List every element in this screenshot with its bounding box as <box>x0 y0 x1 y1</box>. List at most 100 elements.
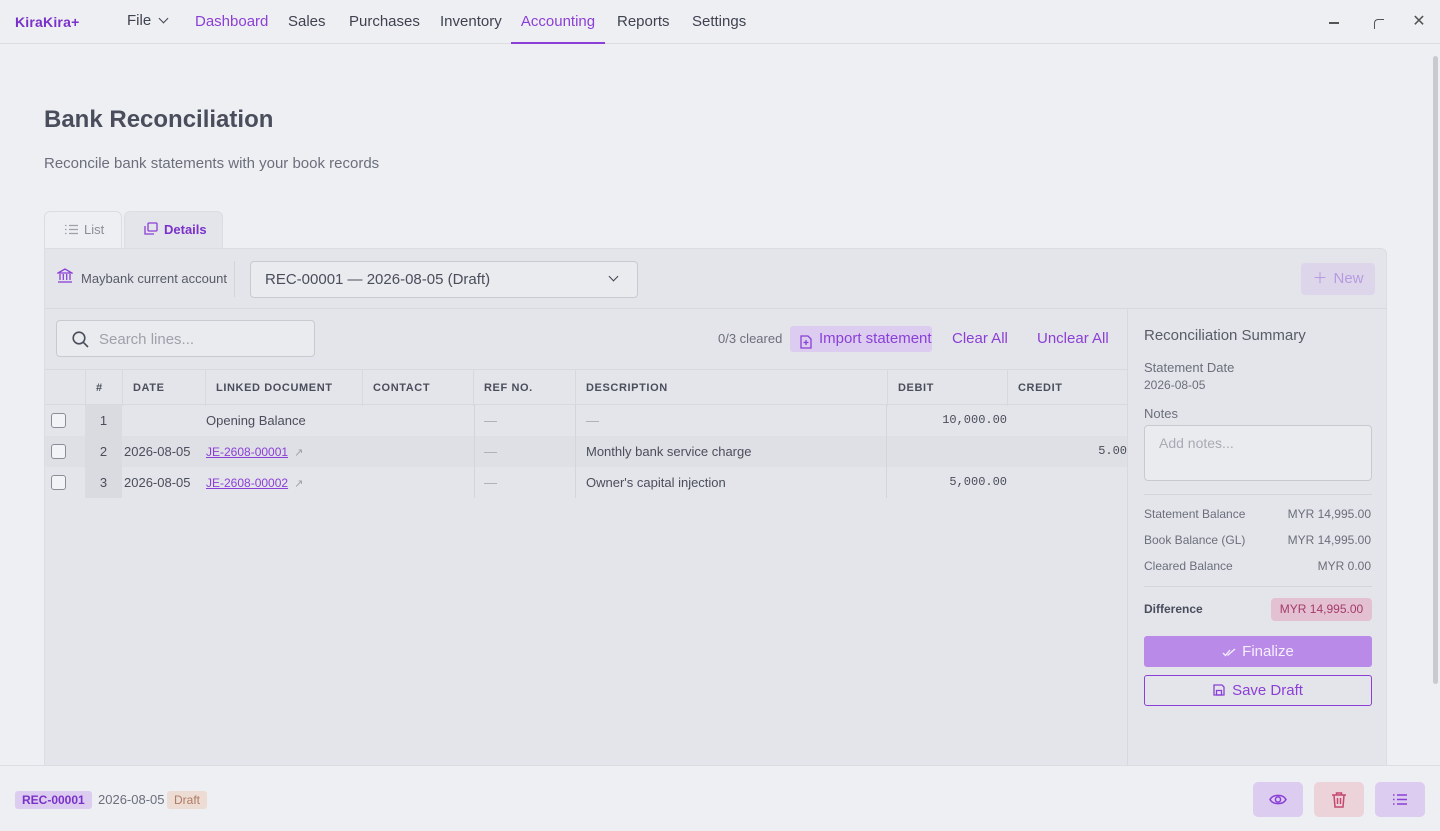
page-title: Bank Reconciliation <box>44 106 274 133</box>
bank-account-label: Maybank current account <box>81 271 227 286</box>
book-balance-label: Book Balance (GL) <box>1144 533 1246 547</box>
nav-inventory[interactable]: Inventory <box>440 0 502 44</box>
row-ref-no: — <box>484 413 497 428</box>
notes-label: Notes <box>1144 406 1178 421</box>
summary-title: Reconciliation Summary <box>1144 327 1306 344</box>
notes-field[interactable] <box>1144 425 1372 481</box>
reconciliation-select[interactable]: REC-00001 — 2026-08-05 (Draft) <box>250 261 638 298</box>
chevron-down-icon <box>608 271 619 282</box>
page-subtitle: Reconcile bank statements with your book… <box>44 155 380 172</box>
maximize-icon[interactable] <box>1369 12 1389 32</box>
plus-icon: ＋ <box>1312 270 1328 287</box>
scrollbar-thumb[interactable] <box>1433 56 1438 684</box>
table-row: 3 2026-08-05 JE-2608-00002 ↗ — Owner's ca… <box>45 467 1127 498</box>
cleared-balance-value: MYR 0.00 <box>1317 559 1371 573</box>
table-row: 1 Opening Balance — — 10,000.00 <box>45 405 1127 436</box>
column-divider <box>474 436 475 467</box>
tab-details[interactable]: Details <box>124 211 223 249</box>
cleared-count: 0/3 cleared <box>718 331 783 346</box>
nav-settings[interactable]: Settings <box>692 0 746 44</box>
bank-account: Maybank current account <box>55 249 227 309</box>
column-header: DESCRIPTION <box>575 370 887 406</box>
unclear-all-button[interactable]: Unclear All <box>1037 330 1109 347</box>
clear-all-button[interactable]: Clear All <box>952 330 1008 347</box>
bank-icon <box>55 249 75 309</box>
save-draft-button[interactable]: Save Draft <box>1144 675 1372 706</box>
row-ref-no: — <box>484 475 497 490</box>
row-linked-document: Opening Balance <box>206 413 306 428</box>
row-date: 2026-08-05 <box>124 444 191 459</box>
row-checkbox[interactable] <box>51 475 66 490</box>
record-id-badge: REC-00001 <box>15 791 92 809</box>
row-credit: 5.00 <box>1098 444 1127 458</box>
save-draft-label: Save Draft <box>1232 682 1303 699</box>
statement-date-label: Statement Date <box>1144 360 1235 375</box>
row-credit <box>1007 405 1127 436</box>
column-divider <box>575 436 576 467</box>
row-checkbox[interactable] <box>51 413 66 428</box>
row-debit: 5,000.00 <box>949 475 1007 489</box>
summary-divider <box>1144 586 1372 587</box>
file-menu-label: File <box>127 12 152 29</box>
search-box[interactable] <box>56 320 315 357</box>
book-balance-value: MYR 14,995.00 <box>1287 533 1371 547</box>
import-statement-button[interactable]: Import statement <box>790 326 932 352</box>
cleared-balance-label: Cleared Balance <box>1144 559 1233 573</box>
summary-divider <box>1144 494 1372 495</box>
details-icon <box>144 213 158 249</box>
top-bar: KiraKira+ File Dashboard Sales Purchases… <box>0 0 1440 44</box>
column-divider <box>575 467 576 498</box>
row-linked-document-cell: JE-2608-00001 ↗ <box>206 436 303 467</box>
linked-document-link[interactable]: JE-2608-00001 <box>206 445 288 459</box>
finalize-label: Finalize <box>1242 643 1294 660</box>
card-header: Maybank current account REC-00001 — 2026… <box>45 249 1386 309</box>
nav-accounting[interactable]: Accounting <box>511 0 605 44</box>
row-debit <box>887 436 1007 467</box>
close-icon[interactable]: ✕ <box>1409 12 1429 32</box>
column-header: CONTACT <box>362 370 473 406</box>
row-ref-no: — <box>484 444 497 459</box>
row-description: Owner's capital injection <box>586 475 726 490</box>
column-divider <box>575 405 576 436</box>
delete-button[interactable] <box>1314 782 1364 817</box>
list-view-button[interactable] <box>1375 782 1425 817</box>
list-icon <box>1393 794 1407 805</box>
nav-sales[interactable]: Sales <box>288 0 326 44</box>
row-description: — <box>586 413 599 428</box>
linked-document-link[interactable]: JE-2608-00002 <box>206 476 288 490</box>
external-link-icon[interactable]: ↗ <box>294 438 303 469</box>
tab-list[interactable]: List <box>44 211 122 249</box>
row-checkbox[interactable] <box>51 444 66 459</box>
column-header: REF NO. <box>473 370 575 406</box>
nav-purchases[interactable]: Purchases <box>349 0 420 44</box>
column-header: # <box>85 370 122 406</box>
search-input[interactable] <box>99 329 299 349</box>
tab-list-label: List <box>84 222 105 237</box>
statement-balance-value: MYR 14,995.00 <box>1287 507 1371 521</box>
header-divider <box>234 261 235 297</box>
row-description: Monthly bank service charge <box>586 444 752 459</box>
table-header: # DATE LINKED DOCUMENT CONTACT REF NO. D… <box>45 369 1127 406</box>
finalize-button[interactable]: Finalize <box>1144 636 1372 667</box>
column-header: LINKED DOCUMENT <box>205 370 362 406</box>
check-double-icon <box>1222 643 1242 660</box>
record-date: 2026-08-05 <box>98 792 165 807</box>
column-header: DEBIT <box>887 370 1007 406</box>
app-logo: KiraKira+ <box>15 14 80 30</box>
import-icon <box>800 332 812 358</box>
external-link-icon[interactable]: ↗ <box>294 469 303 500</box>
file-menu[interactable]: File <box>127 0 169 44</box>
nav-dashboard[interactable]: Dashboard <box>195 0 268 44</box>
minimize-icon[interactable] <box>1325 12 1345 32</box>
new-button[interactable]: ＋ New <box>1301 263 1375 295</box>
nav-reports[interactable]: Reports <box>617 0 670 44</box>
row-number: 3 <box>85 467 122 498</box>
view-button[interactable] <box>1253 782 1303 817</box>
statement-balance-label: Statement Balance <box>1144 507 1246 521</box>
import-statement-label: Import statement <box>819 330 932 347</box>
status-badge: Draft <box>167 791 208 809</box>
new-button-label: New <box>1333 270 1364 287</box>
column-header: DATE <box>122 370 206 406</box>
chevron-down-icon <box>158 13 169 24</box>
row-linked-document-cell: JE-2608-00002 ↗ <box>206 467 303 498</box>
